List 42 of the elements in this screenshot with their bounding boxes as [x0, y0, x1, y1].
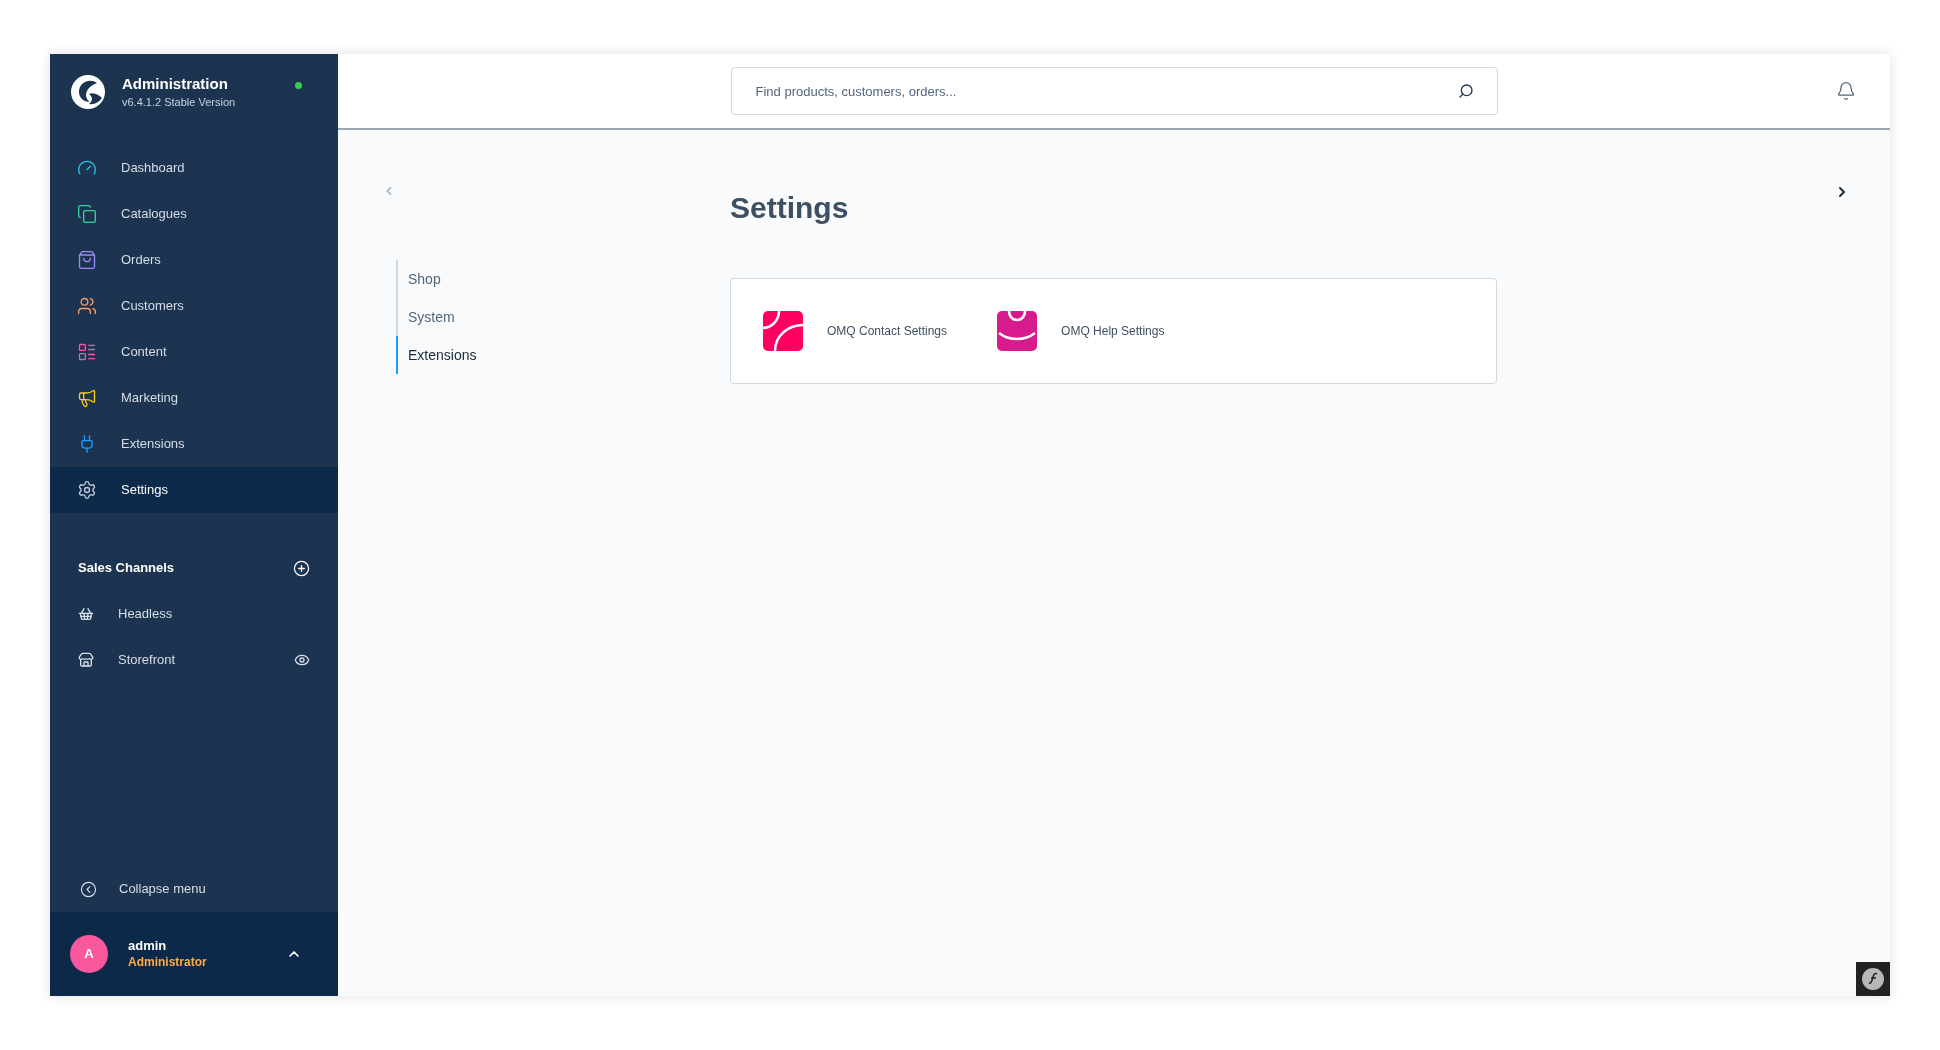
debug-toolbar-button[interactable]: [1856, 962, 1890, 996]
users-icon: [77, 296, 97, 316]
version-text: v6.4.1.2 Stable Version: [122, 95, 237, 110]
framework-logo-icon: [1861, 967, 1885, 991]
nav-item[interactable]: Content: [50, 329, 338, 375]
collapse-menu-button[interactable]: Collapse menu: [50, 866, 338, 912]
settings-item[interactable]: OMQ Help Settings: [997, 311, 1165, 351]
app-title: Administration: [122, 74, 229, 94]
nav-item[interactable]: Settings: [50, 467, 338, 513]
sales-channel-item[interactable]: Storefront: [50, 637, 338, 683]
collapse-icon: [80, 880, 97, 898]
user-name: admin: [128, 938, 168, 954]
search-field[interactable]: Find products, customers, orders...: [730, 67, 1498, 115]
nav-item[interactable]: Catalogues: [50, 191, 338, 237]
nav-item[interactable]: Orders: [50, 237, 338, 283]
settings-item[interactable]: OMQ Contact Settings: [763, 311, 948, 351]
app-logo-icon: [763, 311, 803, 351]
search-icon[interactable]: [1457, 83, 1474, 99]
settings-tab[interactable]: System: [396, 298, 730, 336]
sales-channel-item[interactable]: Headless: [50, 591, 338, 637]
bag-icon: [77, 250, 97, 270]
user-panel[interactable]: A admin Administrator: [50, 912, 338, 996]
section-title: Sales Channels: [78, 559, 175, 578]
user-role: Administrator: [128, 954, 208, 970]
store-icon: [78, 652, 94, 668]
avatar: A: [70, 935, 108, 973]
nav-item[interactable]: Customers: [50, 283, 338, 329]
logo-icon: [70, 74, 106, 110]
app-logo-icon: [997, 311, 1038, 351]
add-icon[interactable]: [293, 559, 310, 577]
settings-tab[interactable]: Shop: [396, 260, 730, 298]
nav-item[interactable]: Extensions: [50, 421, 338, 467]
copy-icon: [77, 204, 97, 224]
list-icon: [77, 342, 97, 362]
notification-bell-icon[interactable]: [1836, 81, 1856, 101]
megaphone-icon: [77, 388, 97, 408]
page-title: Settings: [730, 190, 850, 226]
nav-item[interactable]: Dashboard: [50, 145, 338, 191]
settings-icon: [77, 480, 97, 500]
basket-icon: [78, 606, 94, 622]
eye-icon[interactable]: [294, 652, 310, 668]
nav-item[interactable]: Marketing: [50, 375, 338, 421]
